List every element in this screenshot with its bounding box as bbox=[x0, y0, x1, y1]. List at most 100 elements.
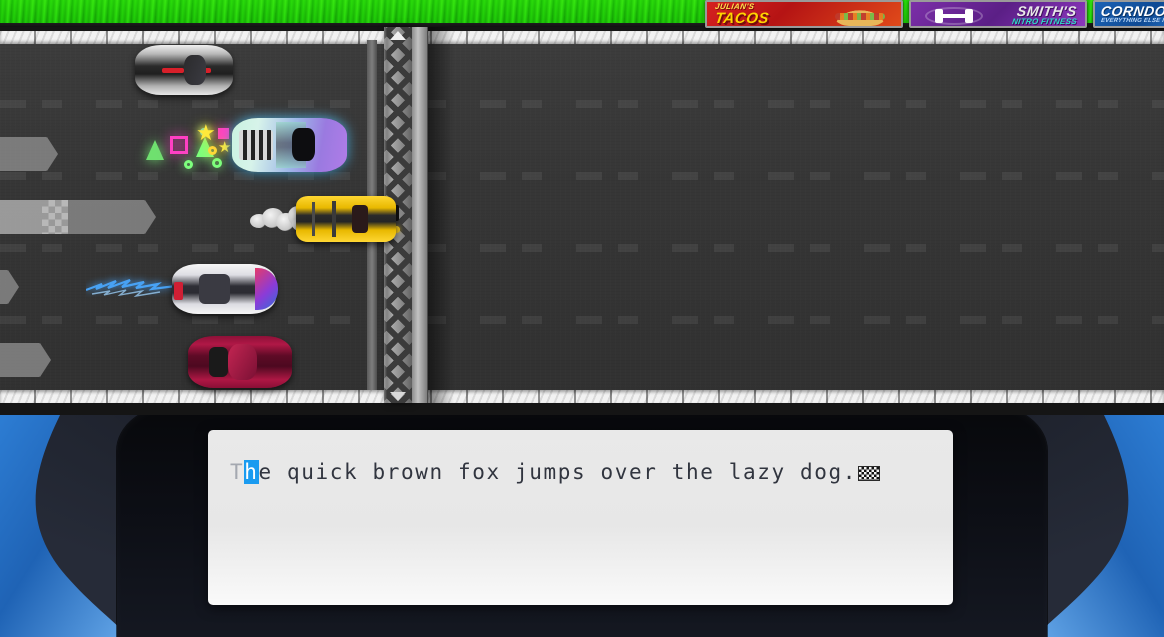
pending-char bbox=[586, 460, 600, 484]
pending-char: h bbox=[686, 460, 701, 484]
billboard-fitness: SMITH'S NITRO FITNESS bbox=[909, 0, 1087, 28]
car-accent bbox=[162, 68, 184, 73]
car-windshield bbox=[227, 344, 257, 380]
race-track: JULIAN'S TACOS SMITH'S NITRO FITNESS COR… bbox=[0, 0, 1164, 415]
pending-char: e bbox=[700, 460, 715, 484]
car-holographic bbox=[232, 118, 347, 172]
pending-char bbox=[273, 460, 287, 484]
taco-icon bbox=[829, 6, 891, 26]
racer-nametag-champ: rd Champ bbox=[0, 137, 58, 171]
billboard-tacos: JULIAN'S TACOS bbox=[705, 0, 903, 28]
car-yellow-muscle bbox=[296, 196, 396, 242]
pending-char: w bbox=[415, 460, 430, 484]
tower-shadow bbox=[428, 27, 454, 403]
triangle-down-icon[interactable] bbox=[390, 392, 406, 401]
car-vents bbox=[238, 129, 274, 161]
particle-star-icon: ★ bbox=[196, 120, 216, 145]
pending-char: b bbox=[372, 460, 387, 484]
current-char-cursor: h bbox=[244, 460, 259, 484]
dumbbell-weight-left bbox=[935, 9, 943, 23]
pending-char: y bbox=[771, 460, 786, 484]
nitro-particles: ★ ★ bbox=[140, 120, 236, 170]
particle-square bbox=[170, 136, 188, 154]
pending-char bbox=[501, 460, 515, 484]
pending-char bbox=[786, 460, 800, 484]
billboard-corndog: CORNDOG EVERYTHING ELSE IS SOG bbox=[1093, 0, 1164, 28]
car-cabin bbox=[208, 347, 228, 377]
pending-char: v bbox=[614, 460, 629, 484]
dumbbell-icon bbox=[925, 7, 983, 25]
pending-char: o bbox=[814, 460, 829, 484]
track-edge-bottom bbox=[0, 403, 1164, 415]
typing-race-game: JULIAN'S TACOS SMITH'S NITRO FITNESS COR… bbox=[0, 0, 1164, 637]
particle-ring bbox=[208, 146, 217, 155]
car-nose bbox=[255, 268, 278, 310]
pending-char: q bbox=[287, 460, 302, 484]
pending-char: d bbox=[800, 460, 815, 484]
lane-divider bbox=[0, 100, 1164, 108]
pending-char: f bbox=[458, 460, 473, 484]
pending-char: o bbox=[472, 460, 487, 484]
car-windshield bbox=[199, 274, 231, 304]
pending-char: . bbox=[842, 460, 857, 484]
barrier-wall-bottom bbox=[0, 390, 1164, 403]
racer-nametag-you: You bbox=[0, 200, 156, 234]
particle-square bbox=[218, 128, 229, 139]
pending-char: u bbox=[529, 460, 544, 484]
pending-char: g bbox=[828, 460, 843, 484]
pending-char: o bbox=[401, 460, 416, 484]
car-silver-chrome bbox=[135, 45, 233, 95]
racer-progress-bar bbox=[0, 200, 68, 234]
car-body bbox=[296, 196, 396, 242]
pending-char bbox=[715, 460, 729, 484]
car-decal bbox=[174, 282, 184, 300]
lane-divider bbox=[0, 244, 1164, 252]
pending-char: e bbox=[258, 460, 273, 484]
pending-char: j bbox=[515, 460, 530, 484]
car-windshield bbox=[291, 127, 315, 162]
typing-prompt-text: The quick brown fox jumps over the lazy … bbox=[230, 454, 931, 490]
pending-char: i bbox=[315, 460, 330, 484]
typed-char: T bbox=[230, 460, 245, 484]
triangle-up-icon[interactable] bbox=[390, 31, 406, 40]
pending-char: k bbox=[344, 460, 359, 484]
particle-ring bbox=[212, 158, 222, 168]
pending-char: o bbox=[600, 460, 615, 484]
lane-divider bbox=[0, 316, 1164, 324]
track-scrollbar[interactable] bbox=[412, 27, 428, 403]
car-crimson bbox=[188, 336, 292, 388]
barrier-wall-top bbox=[0, 31, 1164, 44]
lightning-effect bbox=[86, 278, 177, 298]
pending-char bbox=[358, 460, 372, 484]
car-stripe bbox=[312, 202, 315, 236]
pending-char: l bbox=[728, 460, 743, 484]
racer-nametag-4 bbox=[0, 343, 51, 377]
billboard-corndog-line1: CORNDOG bbox=[1099, 3, 1164, 19]
typing-prompt-card[interactable]: The quick brown fox jumps over the lazy … bbox=[208, 430, 953, 605]
pending-char: e bbox=[629, 460, 644, 484]
asphalt-surface bbox=[0, 44, 1164, 403]
pending-char: r bbox=[386, 460, 401, 484]
pending-char: s bbox=[572, 460, 587, 484]
car-white-blue-racer bbox=[172, 264, 278, 314]
racer-nametag-3 bbox=[0, 270, 19, 304]
pending-char: a bbox=[743, 460, 758, 484]
billboard-fitness-line1: SMITH'S bbox=[1016, 3, 1079, 19]
pending-char: t bbox=[671, 460, 686, 484]
particle-triangle bbox=[146, 140, 164, 160]
car-stripe bbox=[332, 200, 336, 238]
pending-char: n bbox=[429, 460, 444, 484]
pending-char: z bbox=[757, 460, 772, 484]
car-windshield bbox=[352, 205, 368, 233]
particle-star-icon: ★ bbox=[218, 139, 232, 156]
pending-char: m bbox=[543, 460, 558, 484]
car-windshield bbox=[184, 55, 206, 85]
pending-char: c bbox=[329, 460, 344, 484]
checkered-flag-icon bbox=[858, 466, 880, 481]
billboard-fitness-line2: NITRO FITNESS bbox=[1011, 17, 1078, 26]
particle-ring bbox=[184, 160, 193, 169]
pending-char bbox=[658, 460, 672, 484]
billboard-corndog-line2: EVERYTHING ELSE IS SOG bbox=[1100, 18, 1164, 24]
pending-char: x bbox=[486, 460, 501, 484]
lane-divider bbox=[0, 172, 1164, 180]
